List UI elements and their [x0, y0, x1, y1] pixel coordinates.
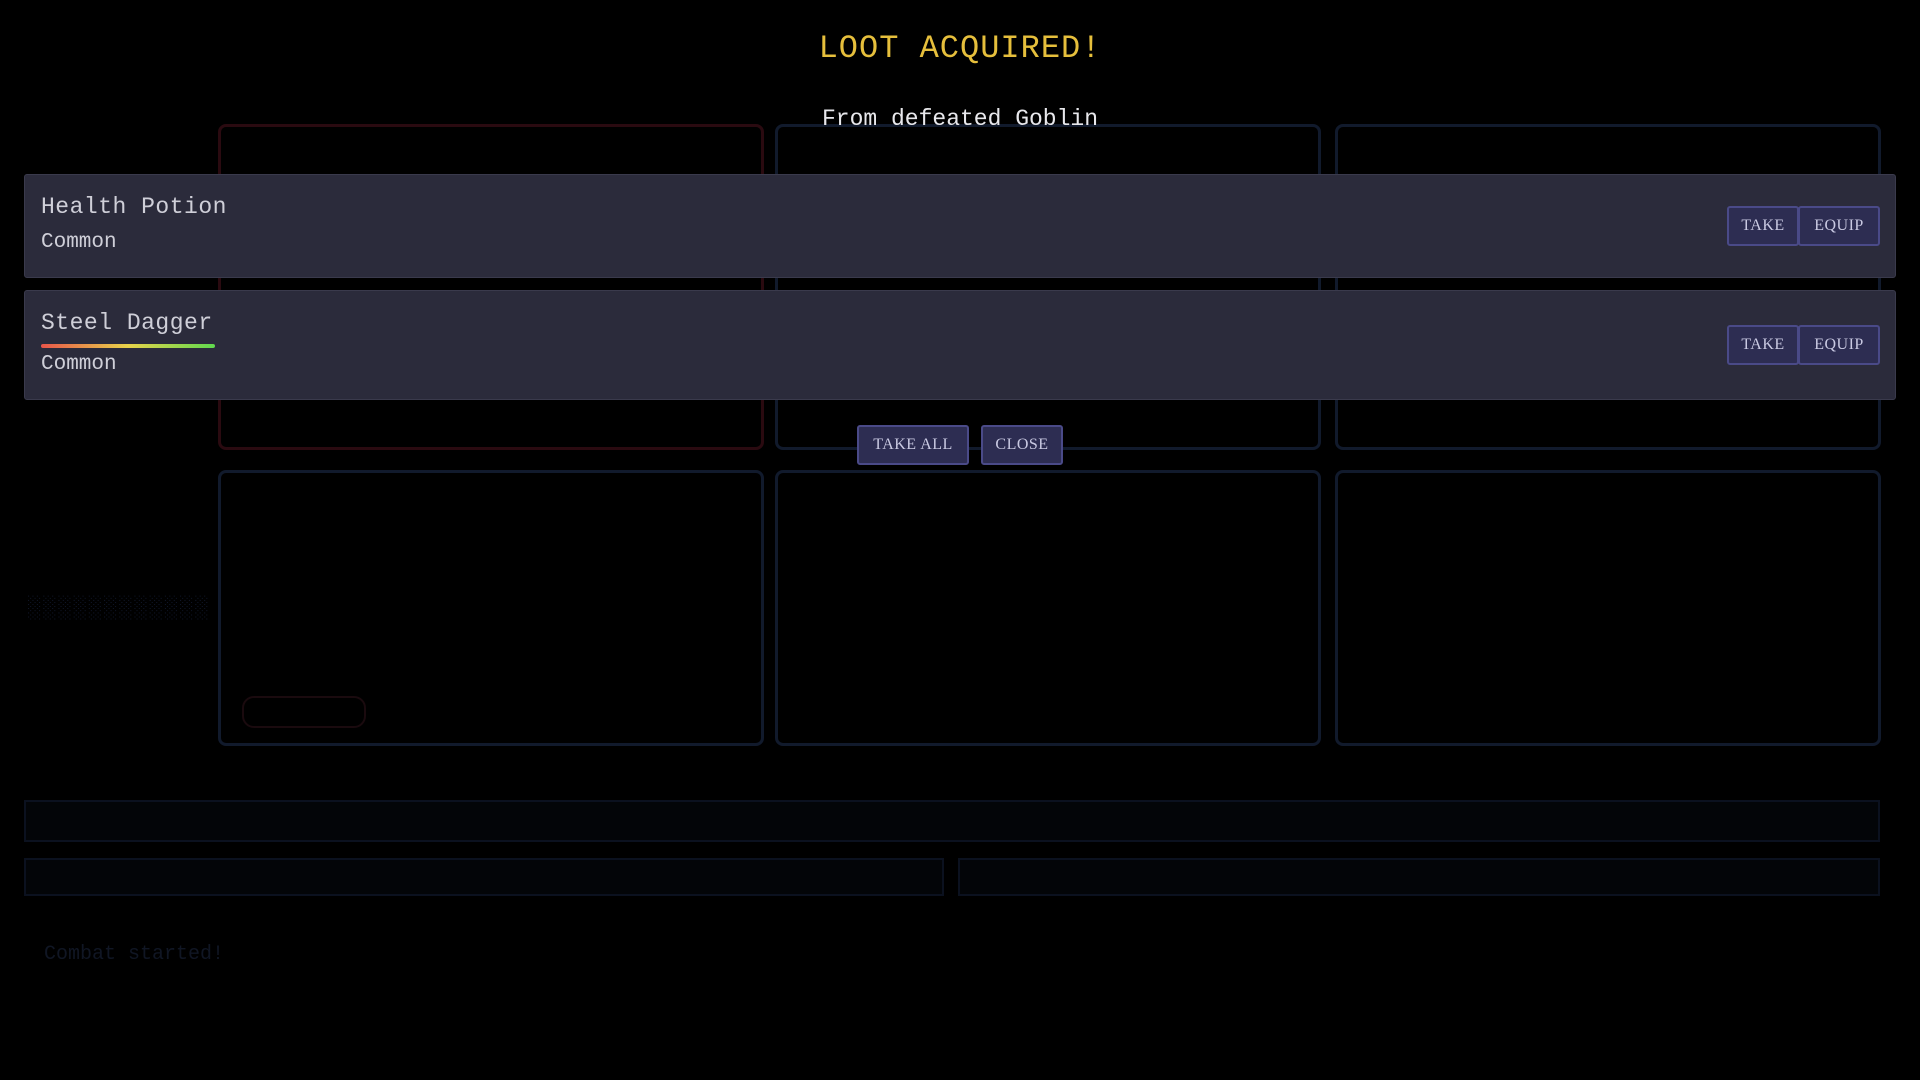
loot-item-name: Health Potion: [41, 194, 227, 220]
loot-modal: LOOT ACQUIRED! From defeated Goblin Heal…: [0, 0, 1920, 1080]
loot-item-rarity: Common: [41, 231, 117, 254]
loot-item: Steel Dagger Common TAKE EQUIP: [24, 290, 1896, 400]
equip-button[interactable]: EQUIP: [1798, 206, 1880, 246]
loot-item: Health Potion Common TAKE EQUIP: [24, 174, 1896, 278]
loot-item-rarity: Common: [41, 353, 117, 376]
take-button[interactable]: TAKE: [1727, 206, 1799, 246]
take-button[interactable]: TAKE: [1727, 325, 1799, 365]
equip-button[interactable]: EQUIP: [1798, 325, 1880, 365]
take-all-button[interactable]: TAKE ALL: [857, 425, 969, 465]
game-screen: ░░░░░░░░░░░░ Combat started! LOOT ACQUIR…: [0, 0, 1920, 1080]
loot-subtitle: From defeated Goblin: [821, 106, 1099, 132]
durability-bar: [41, 344, 215, 348]
loot-item-name: Steel Dagger: [41, 310, 213, 336]
close-button[interactable]: CLOSE: [981, 425, 1063, 465]
loot-title: LOOT ACQUIRED!: [818, 30, 1102, 67]
